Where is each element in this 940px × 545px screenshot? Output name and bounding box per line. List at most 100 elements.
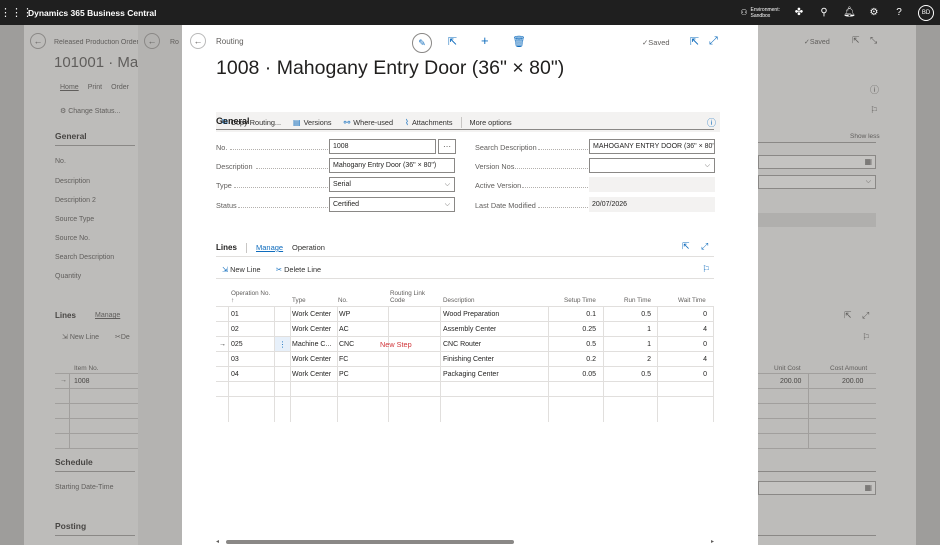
expand-icon-lines-bg[interactable]: ⤢	[862, 310, 869, 321]
cell-run-time[interactable]: 0.5	[605, 307, 651, 321]
dropdown-field-bg[interactable]: ⌵	[758, 175, 876, 189]
cell-run-time[interactable]: 1	[605, 337, 651, 351]
delete-icon[interactable]: 🗑︎	[512, 35, 526, 48]
attachments-action[interactable]: ⌇ Attachments	[399, 118, 458, 127]
info-icon-bg[interactable]: ⓘ	[870, 83, 879, 96]
open-new-window-icon[interactable]: ⇱	[690, 35, 699, 48]
expand-icon[interactable]: ⤢	[709, 35, 718, 48]
tab-home[interactable]: Home	[60, 84, 79, 91]
delete-line-button[interactable]: ✂De	[115, 333, 130, 341]
col-wait-time[interactable]: Wait Time	[678, 297, 706, 304]
collapse-icon-bg[interactable]: ⤡	[870, 35, 877, 46]
tab-manage[interactable]: Manage	[256, 243, 283, 252]
notifications-icon[interactable]: 🔔︎	[843, 7, 856, 18]
delete-line-button[interactable]: ✂ Delete Line	[276, 265, 321, 274]
cell-no[interactable]: PC	[339, 367, 349, 381]
versions-action[interactable]: ▤ Versions	[287, 118, 338, 127]
scroll-right-icon[interactable]: ▸	[711, 538, 714, 545]
cell-run-time[interactable]: 1	[605, 322, 651, 336]
row-actions-button[interactable]: ⋮	[275, 337, 290, 351]
tab-print[interactable]: Print	[88, 84, 102, 91]
personalize-lines-icon-bg[interactable]: ⚐	[862, 332, 870, 343]
cell-operation-no[interactable]: 03	[231, 352, 239, 366]
cell-no[interactable]: CNC	[339, 337, 354, 351]
cell-setup-time[interactable]: 0.25	[550, 322, 596, 336]
col-run-time[interactable]: Run Time	[624, 297, 651, 304]
cell-wait-time[interactable]: 4	[659, 322, 707, 336]
help-icon[interactable]: ?	[893, 7, 905, 18]
cell-run-time[interactable]: 2	[605, 352, 651, 366]
cell-run-time[interactable]: 0.5	[605, 367, 651, 381]
search-icon[interactable]: ⚲	[818, 7, 830, 18]
info-icon[interactable]: ⓘ	[707, 116, 716, 129]
share-icon-lines-bg[interactable]: ⇱	[844, 310, 852, 321]
new-line-button[interactable]: ⇲ New Line	[62, 333, 99, 341]
table-row[interactable]: 03 Work Center FC Finishing Center 0.2 2…	[216, 352, 714, 367]
cell-type[interactable]: Work Center	[292, 307, 331, 321]
cell-wait-time[interactable]: 0	[659, 307, 707, 321]
scroll-left-icon[interactable]: ◂	[216, 538, 219, 545]
table-row-selected[interactable]: → 025 ⋮ Machine C... CNC CNC Router 0.5 …	[216, 337, 714, 352]
horizontal-scrollbar[interactable]: ◂ ▸	[216, 539, 714, 545]
cell-operation-no[interactable]: 02	[231, 322, 239, 336]
expand-lines-icon[interactable]: ⤢	[701, 241, 708, 252]
where-used-action[interactable]: ⚯ Where-used	[338, 118, 399, 127]
cell-type[interactable]: Work Center	[292, 367, 331, 381]
cell-no[interactable]: AC	[339, 322, 349, 336]
tab-operation[interactable]: Operation	[292, 243, 325, 252]
col-operation-no[interactable]: Operation No. ↑	[231, 290, 271, 304]
cell-no[interactable]: WP	[339, 307, 350, 321]
cell-description[interactable]: Assembly Center	[443, 322, 496, 336]
cell-wait-time[interactable]: 0	[659, 367, 707, 381]
col-description[interactable]: Description	[443, 297, 475, 304]
cell-description[interactable]: CNC Router	[443, 337, 481, 351]
version-nos-select[interactable]: ⌵	[589, 158, 715, 173]
cell-setup-time[interactable]: 0.1	[550, 307, 596, 321]
col-type[interactable]: Type	[292, 297, 306, 304]
table-row[interactable]: 04 Work Center PC Packaging Center 0.05 …	[216, 367, 714, 382]
share-icon[interactable]: ⇱	[448, 35, 457, 48]
starting-date-field-bg[interactable]: ▦	[758, 481, 876, 495]
cell-type[interactable]: Machine C...	[292, 337, 337, 351]
copilot-icon[interactable]: ✤	[793, 7, 805, 18]
cell-type[interactable]: Work Center	[292, 352, 331, 366]
col-setup-time[interactable]: Setup Time	[564, 297, 596, 304]
scrollbar-thumb[interactable]	[226, 540, 514, 544]
back-button[interactable]: ←	[30, 33, 46, 49]
search-description-field[interactable]: MAHOGANY ENTRY DOOR (36" × 80")	[589, 139, 715, 154]
cell-wait-time[interactable]: 0	[659, 337, 707, 351]
cell-type[interactable]: Work Center	[292, 322, 331, 336]
col-no[interactable]: No.	[338, 297, 348, 304]
date-field-bg[interactable]: ▦	[758, 155, 876, 169]
lines-manage-tab[interactable]: Manage	[95, 312, 120, 319]
cell-wait-time[interactable]: 4	[659, 352, 707, 366]
more-options-action[interactable]: More options	[464, 118, 518, 127]
show-less-link[interactable]: Show less	[850, 133, 880, 140]
cell-setup-time[interactable]: 0.05	[550, 367, 596, 381]
back-button[interactable]: ←	[190, 33, 206, 49]
back-button-2[interactable]: ←	[144, 33, 160, 49]
cell-setup-time[interactable]: 0.5	[550, 337, 596, 351]
table-row[interactable]: 01 Work Center WP Wood Preparation 0.1 0…	[216, 307, 714, 322]
settings-icon[interactable]: ⚙	[868, 7, 880, 18]
add-icon[interactable]: +	[481, 33, 489, 48]
description-field[interactable]: Mahogany Entry Door (36" × 80")	[329, 158, 455, 173]
personalize-icon-bg[interactable]: ⚐	[870, 105, 878, 116]
environment-indicator[interactable]: ⚇ Environment: Sandbox	[740, 7, 780, 19]
new-line-button[interactable]: ⇲ New Line	[222, 265, 261, 274]
user-avatar[interactable]: BD	[918, 4, 934, 21]
app-launcher-icon[interactable]: ⋮⋮⋮	[0, 6, 33, 19]
cell-description[interactable]: Packaging Center	[443, 367, 499, 381]
type-select[interactable]: Serial ⌵	[329, 177, 455, 192]
no-field[interactable]: 1008	[329, 139, 436, 154]
cell-operation-no[interactable]: 04	[231, 367, 239, 381]
cell-operation-no[interactable]: 025	[231, 337, 243, 351]
share-lines-icon[interactable]: ⇱	[682, 241, 690, 252]
status-select[interactable]: Certified ⌵	[329, 197, 455, 212]
tab-order[interactable]: Order	[111, 84, 129, 91]
table-row[interactable]: 02 Work Center AC Assembly Center 0.25 1…	[216, 322, 714, 337]
cell-operation-no[interactable]: 01	[231, 307, 239, 321]
change-status-button[interactable]: ⚙ Change Status...	[60, 107, 120, 115]
cell-description[interactable]: Finishing Center	[443, 352, 494, 366]
col-routing-link-code[interactable]: Routing Link Code	[390, 290, 432, 304]
